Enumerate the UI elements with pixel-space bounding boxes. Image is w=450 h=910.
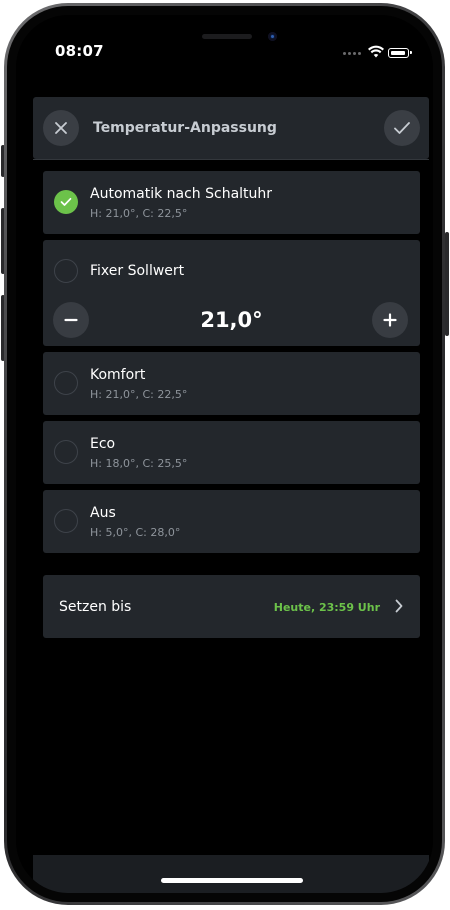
header-title: Temperatur-Anpassung <box>93 120 277 136</box>
radio-selected[interactable] <box>54 190 78 214</box>
header-divider <box>33 159 429 160</box>
option-subtitle: H: 21,0°, C: 22,5° <box>90 388 188 401</box>
option-fixer-sollwert[interactable]: Fixer Sollwert 21,0° <box>43 240 420 346</box>
battery-icon <box>388 48 412 58</box>
option-komfort[interactable]: Komfort H: 21,0°, C: 22,5° <box>43 352 420 415</box>
bottom-bar <box>33 855 429 893</box>
plus-icon <box>383 313 397 327</box>
device-frame: 08:07 Temperatur-Anpassung Automatik nac… <box>0 0 450 910</box>
set-until-row[interactable]: Setzen bis Heute, 23:59 Uhr <box>43 575 420 638</box>
option-title: Aus <box>90 505 116 521</box>
cellular-signal-icon <box>343 52 361 55</box>
phone-screen: 08:07 Temperatur-Anpassung Automatik nac… <box>16 15 433 893</box>
power-button <box>445 232 449 336</box>
earpiece-speaker <box>202 34 252 39</box>
home-indicator[interactable] <box>161 878 303 883</box>
confirm-button[interactable] <box>384 110 420 146</box>
set-until-value: Heute, 23:59 Uhr <box>273 601 380 614</box>
option-subtitle: H: 21,0°, C: 22,5° <box>90 207 188 220</box>
increment-button[interactable] <box>372 302 408 338</box>
wifi-icon <box>368 45 384 58</box>
radio-unselected[interactable] <box>54 509 78 533</box>
chevron-right-icon <box>395 599 403 613</box>
close-icon <box>55 122 67 134</box>
option-title: Komfort <box>90 367 146 383</box>
checkmark-icon <box>394 122 410 134</box>
check-icon <box>60 197 72 206</box>
radio-unselected[interactable] <box>54 440 78 464</box>
front-camera <box>268 32 277 41</box>
option-title: Fixer Sollwert <box>90 263 185 279</box>
option-eco[interactable]: Eco H: 18,0°, C: 25,5° <box>43 421 420 484</box>
option-title: Eco <box>90 436 116 452</box>
setpoint-value: 21,0° <box>200 308 263 332</box>
option-title: Automatik nach Schaltuhr <box>90 186 273 202</box>
set-until-label: Setzen bis <box>59 599 132 615</box>
option-subtitle: H: 18,0°, C: 25,5° <box>90 457 188 470</box>
modal-header: Temperatur-Anpassung <box>33 97 429 159</box>
phone-bezel: 08:07 Temperatur-Anpassung Automatik nac… <box>7 6 442 902</box>
option-automatik[interactable]: Automatik nach Schaltuhr H: 21,0°, C: 22… <box>43 171 420 234</box>
phone-body: 08:07 Temperatur-Anpassung Automatik nac… <box>4 3 445 905</box>
close-button[interactable] <box>43 110 79 146</box>
radio-unselected[interactable] <box>54 371 78 395</box>
status-time: 08:07 <box>55 42 104 60</box>
option-subtitle: H: 5,0°, C: 28,0° <box>90 526 181 539</box>
radio-unselected[interactable] <box>54 259 78 283</box>
option-aus[interactable]: Aus H: 5,0°, C: 28,0° <box>43 490 420 553</box>
